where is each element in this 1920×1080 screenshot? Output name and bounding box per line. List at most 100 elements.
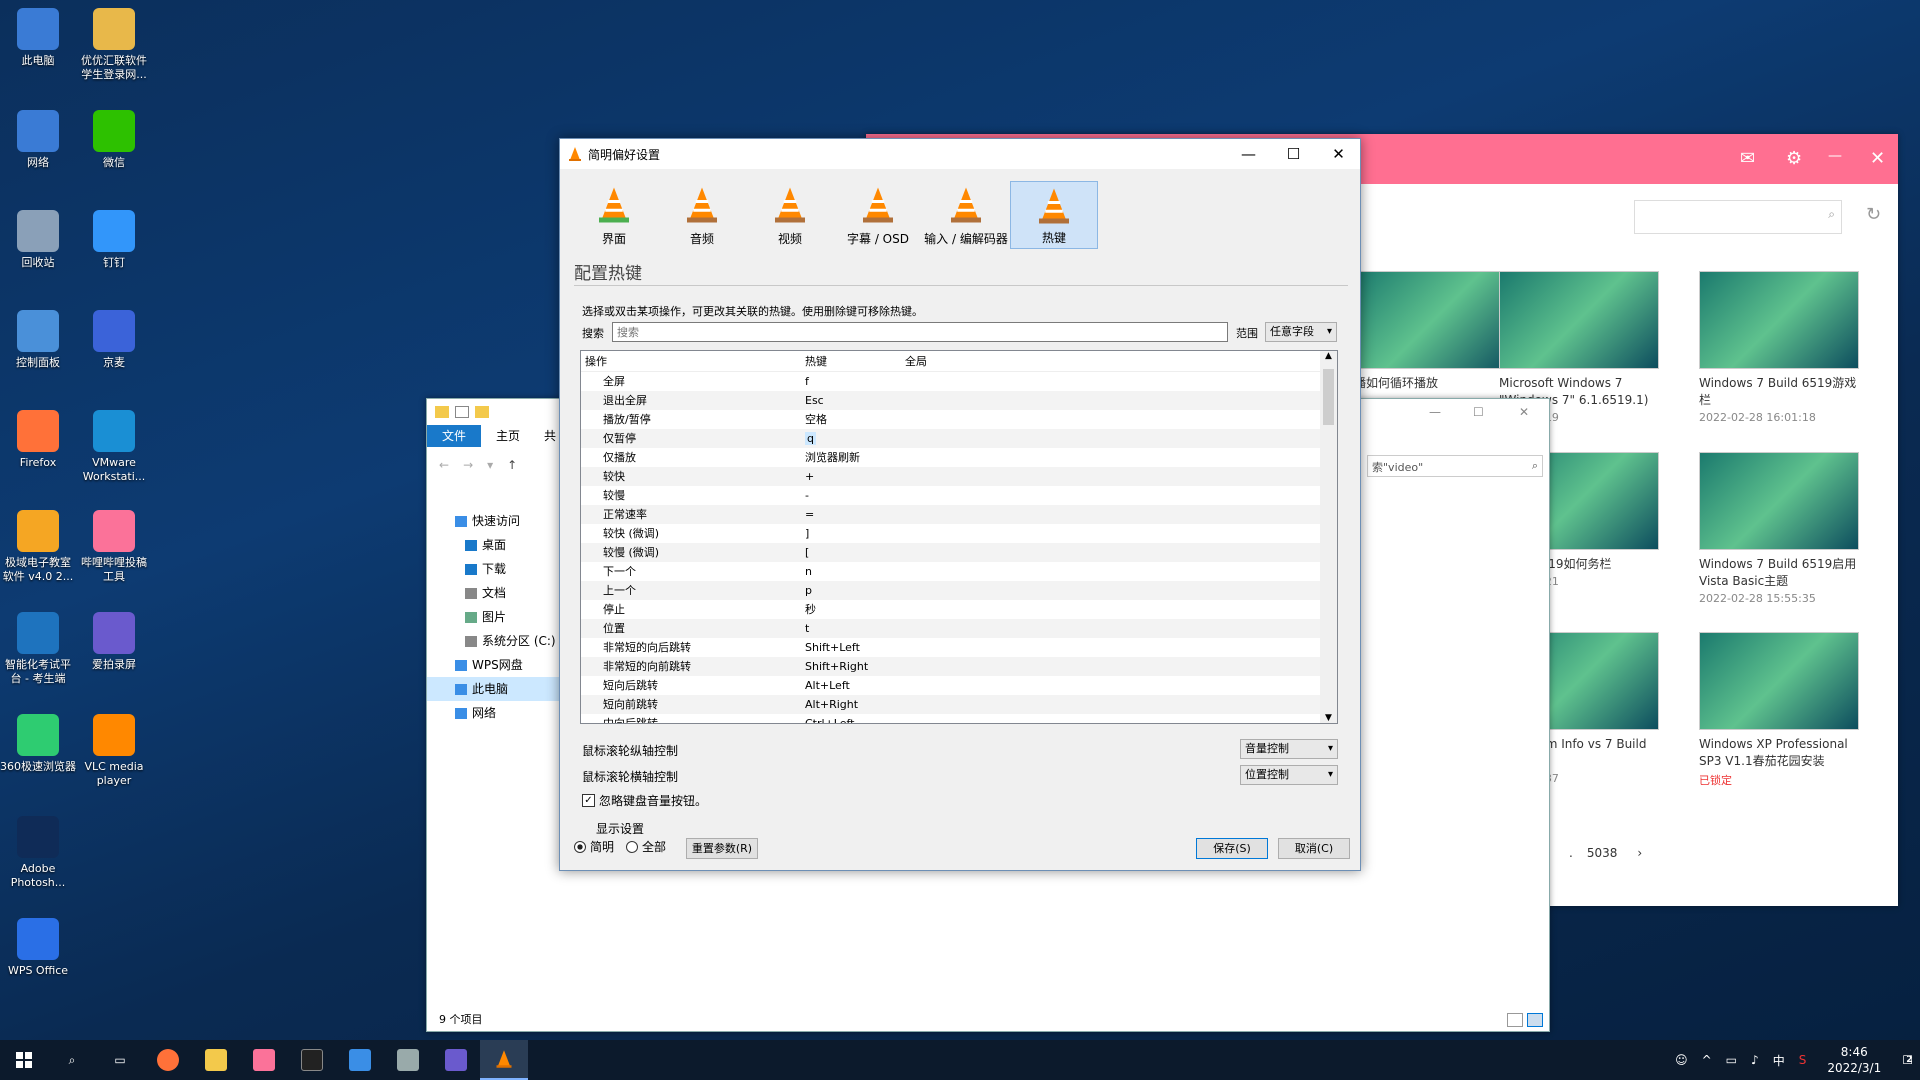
vlc-taskbar-icon[interactable] bbox=[480, 1040, 528, 1080]
video-thumbnail-card[interactable]: 播如何循环播放 bbox=[1354, 271, 1514, 394]
scrollbar-thumb[interactable] bbox=[1323, 369, 1334, 425]
large-icons-view-icon[interactable] bbox=[1527, 1013, 1543, 1027]
desktop-icon[interactable]: 京麦 bbox=[76, 310, 152, 370]
desktop-icon[interactable]: 控制面板 bbox=[0, 310, 76, 370]
firefox-taskbar-icon[interactable] bbox=[144, 1040, 192, 1080]
explorer-search-input[interactable]: 索"video" ⌕ bbox=[1367, 455, 1543, 477]
table-row[interactable]: 非常短的向前跳转 Shift+Right bbox=[581, 657, 1337, 676]
tab-input-codecs[interactable]: 输入 / 编解码器 bbox=[922, 181, 1010, 249]
hotkey-table[interactable]: 操作 热键 全局 全屏 f 退出全屏 Esc 播放/暂停 空格 仅暂停 q 仅播放 浏览器刷新 较快… bbox=[580, 350, 1338, 724]
pagination[interactable]: . 5038 › bbox=[1569, 846, 1642, 860]
table-row[interactable]: 短向前跳转 Alt+Right bbox=[581, 695, 1337, 714]
start-button[interactable] bbox=[0, 1040, 48, 1080]
hotkey-cell[interactable]: = bbox=[801, 505, 901, 524]
volume-muted-icon[interactable]: ♪ bbox=[1751, 1053, 1759, 1067]
global-cell[interactable] bbox=[901, 600, 1337, 619]
nav-pane-item[interactable]: 下载 bbox=[427, 557, 559, 581]
scroll-up-icon[interactable]: ▲ bbox=[1320, 351, 1337, 361]
thumbnail-title[interactable]: 播如何循环播放 bbox=[1354, 375, 1514, 392]
global-cell[interactable] bbox=[901, 695, 1337, 714]
table-row[interactable]: 全屏 f bbox=[581, 372, 1337, 391]
desktop-icon[interactable]: 此电脑 bbox=[0, 8, 76, 68]
table-row[interactable]: 较快 (微调)] bbox=[581, 524, 1337, 543]
ignore-volume-keys-option[interactable]: ✓ 忽略键盘音量按钮。 bbox=[582, 792, 707, 809]
hotkey-cell[interactable]: ] bbox=[801, 524, 901, 543]
nav-pane-item[interactable]: 网络 bbox=[427, 701, 559, 725]
back-icon[interactable]: ← bbox=[439, 458, 449, 472]
table-row[interactable]: 位置 t bbox=[581, 619, 1337, 638]
global-cell[interactable] bbox=[901, 429, 1337, 448]
nav-pane-item[interactable]: 图片 bbox=[427, 605, 559, 629]
maximize-icon[interactable]: ☐ bbox=[1473, 405, 1484, 419]
global-cell[interactable] bbox=[901, 543, 1337, 562]
global-cell[interactable] bbox=[901, 372, 1337, 391]
desktop-icon[interactable]: 智能化考试平台 - 考生端 bbox=[0, 612, 76, 686]
global-cell[interactable] bbox=[901, 524, 1337, 543]
new-folder-icon[interactable] bbox=[475, 406, 489, 418]
nav-pane-item[interactable]: 此电脑 bbox=[427, 677, 559, 701]
table-row[interactable]: 播放/暂停 空格 bbox=[581, 410, 1337, 429]
bilibili-taskbar-icon[interactable] bbox=[240, 1040, 288, 1080]
notification-icon[interactable]: ☐ 2 bbox=[1902, 1053, 1913, 1067]
video-thumbnail-card[interactable]: Windows XP Professional SP3 V1.1春茄花园安装 已锁… bbox=[1699, 632, 1859, 788]
table-row[interactable]: 较慢 - bbox=[581, 486, 1337, 505]
global-cell[interactable] bbox=[901, 619, 1337, 638]
hotkey-cell[interactable]: Shift+Left bbox=[801, 638, 901, 657]
ignore-volume-checkbox[interactable]: ✓ bbox=[582, 794, 595, 807]
thumbnail-image[interactable] bbox=[1499, 271, 1659, 369]
tab-audio[interactable]: 音频 bbox=[658, 181, 746, 249]
hotkey-cell[interactable]: Ctrl+Left bbox=[801, 714, 901, 723]
scroll-down-icon[interactable]: ▼ bbox=[1320, 713, 1337, 723]
wheel-horizontal-select[interactable]: 位置控制 bbox=[1240, 765, 1338, 785]
tab-file[interactable]: 文件 bbox=[427, 425, 481, 447]
global-cell[interactable] bbox=[901, 657, 1337, 676]
nav-pane-item[interactable]: 系统分区 (C:) bbox=[427, 629, 559, 653]
nav-pane-item[interactable]: 快速访问 bbox=[427, 509, 559, 533]
nav-pane-item[interactable]: WPS网盘 bbox=[427, 653, 559, 677]
save-button[interactable]: 保存(S) bbox=[1196, 838, 1268, 859]
hotkey-cell[interactable]: 空格 bbox=[801, 410, 901, 429]
wheel-vertical-select[interactable]: 音量控制 bbox=[1240, 739, 1338, 759]
desktop-icon[interactable]: 哔哩哔哩投稿工具 bbox=[76, 510, 152, 584]
clock[interactable]: 8:46 2022/3/1 bbox=[1827, 1044, 1881, 1076]
hotkey-cell[interactable]: 浏览器刷新 bbox=[801, 448, 901, 467]
table-row[interactable]: 短向后跳转 Alt+Left bbox=[581, 676, 1337, 695]
close-icon[interactable]: ✕ bbox=[1519, 405, 1529, 419]
hotkey-search-input[interactable] bbox=[612, 322, 1228, 342]
table-row[interactable]: 较慢 (微调) [ bbox=[581, 543, 1337, 562]
store-taskbar-icon[interactable] bbox=[336, 1040, 384, 1080]
global-cell[interactable] bbox=[901, 581, 1337, 600]
minimize-icon[interactable]: — bbox=[1429, 405, 1441, 419]
desktop-icon[interactable]: 爱拍录屏 bbox=[76, 612, 152, 672]
ime-indicator[interactable]: 中 bbox=[1773, 1052, 1785, 1069]
global-cell[interactable] bbox=[901, 448, 1337, 467]
hotkey-cell[interactable]: p bbox=[801, 581, 901, 600]
desktop-icon[interactable]: 微信 bbox=[76, 110, 152, 170]
hotkey-cell[interactable]: - bbox=[801, 486, 901, 505]
global-cell[interactable] bbox=[901, 676, 1337, 695]
global-cell[interactable] bbox=[901, 638, 1337, 657]
table-row[interactable]: 退出全屏 Esc bbox=[581, 391, 1337, 410]
global-cell[interactable] bbox=[901, 410, 1337, 429]
details-view-icon[interactable] bbox=[1507, 1013, 1523, 1027]
hotkey-cell[interactable]: Esc bbox=[801, 391, 901, 410]
cancel-button[interactable]: 取消(C) bbox=[1278, 838, 1350, 859]
hotkey-cell[interactable]: t bbox=[801, 619, 901, 638]
chevron-up-icon[interactable]: ^ bbox=[1702, 1053, 1712, 1067]
forward-icon[interactable]: → bbox=[463, 458, 473, 472]
table-row[interactable]: 中向后跳转 Ctrl+Left bbox=[581, 714, 1337, 723]
column-header-action[interactable]: 操作 bbox=[581, 351, 801, 371]
nav-pane-item[interactable]: 桌面 bbox=[427, 533, 559, 557]
search-icon[interactable]: ⌕ bbox=[48, 1040, 96, 1080]
global-cell[interactable] bbox=[901, 391, 1337, 410]
reset-button[interactable]: 重置参数(R) bbox=[686, 838, 758, 859]
desktop-icon[interactable]: 钉钉 bbox=[76, 210, 152, 270]
hotkey-cell[interactable]: 秒 bbox=[801, 600, 901, 619]
hotkey-cell[interactable]: + bbox=[801, 467, 901, 486]
chevron-down-icon[interactable]: ▾ bbox=[487, 458, 493, 472]
thumbnail-title[interactable]: Windows 7 Build 6519启用Vista Basic主题 bbox=[1699, 556, 1859, 590]
thumbnail-title[interactable]: Windows 7 Build 6519游戏栏 bbox=[1699, 375, 1859, 409]
table-row[interactable]: 停止 秒 bbox=[581, 600, 1337, 619]
tab-hotkeys[interactable]: 热键 bbox=[1010, 181, 1098, 249]
nav-pane-item[interactable]: 文档 bbox=[427, 581, 559, 605]
